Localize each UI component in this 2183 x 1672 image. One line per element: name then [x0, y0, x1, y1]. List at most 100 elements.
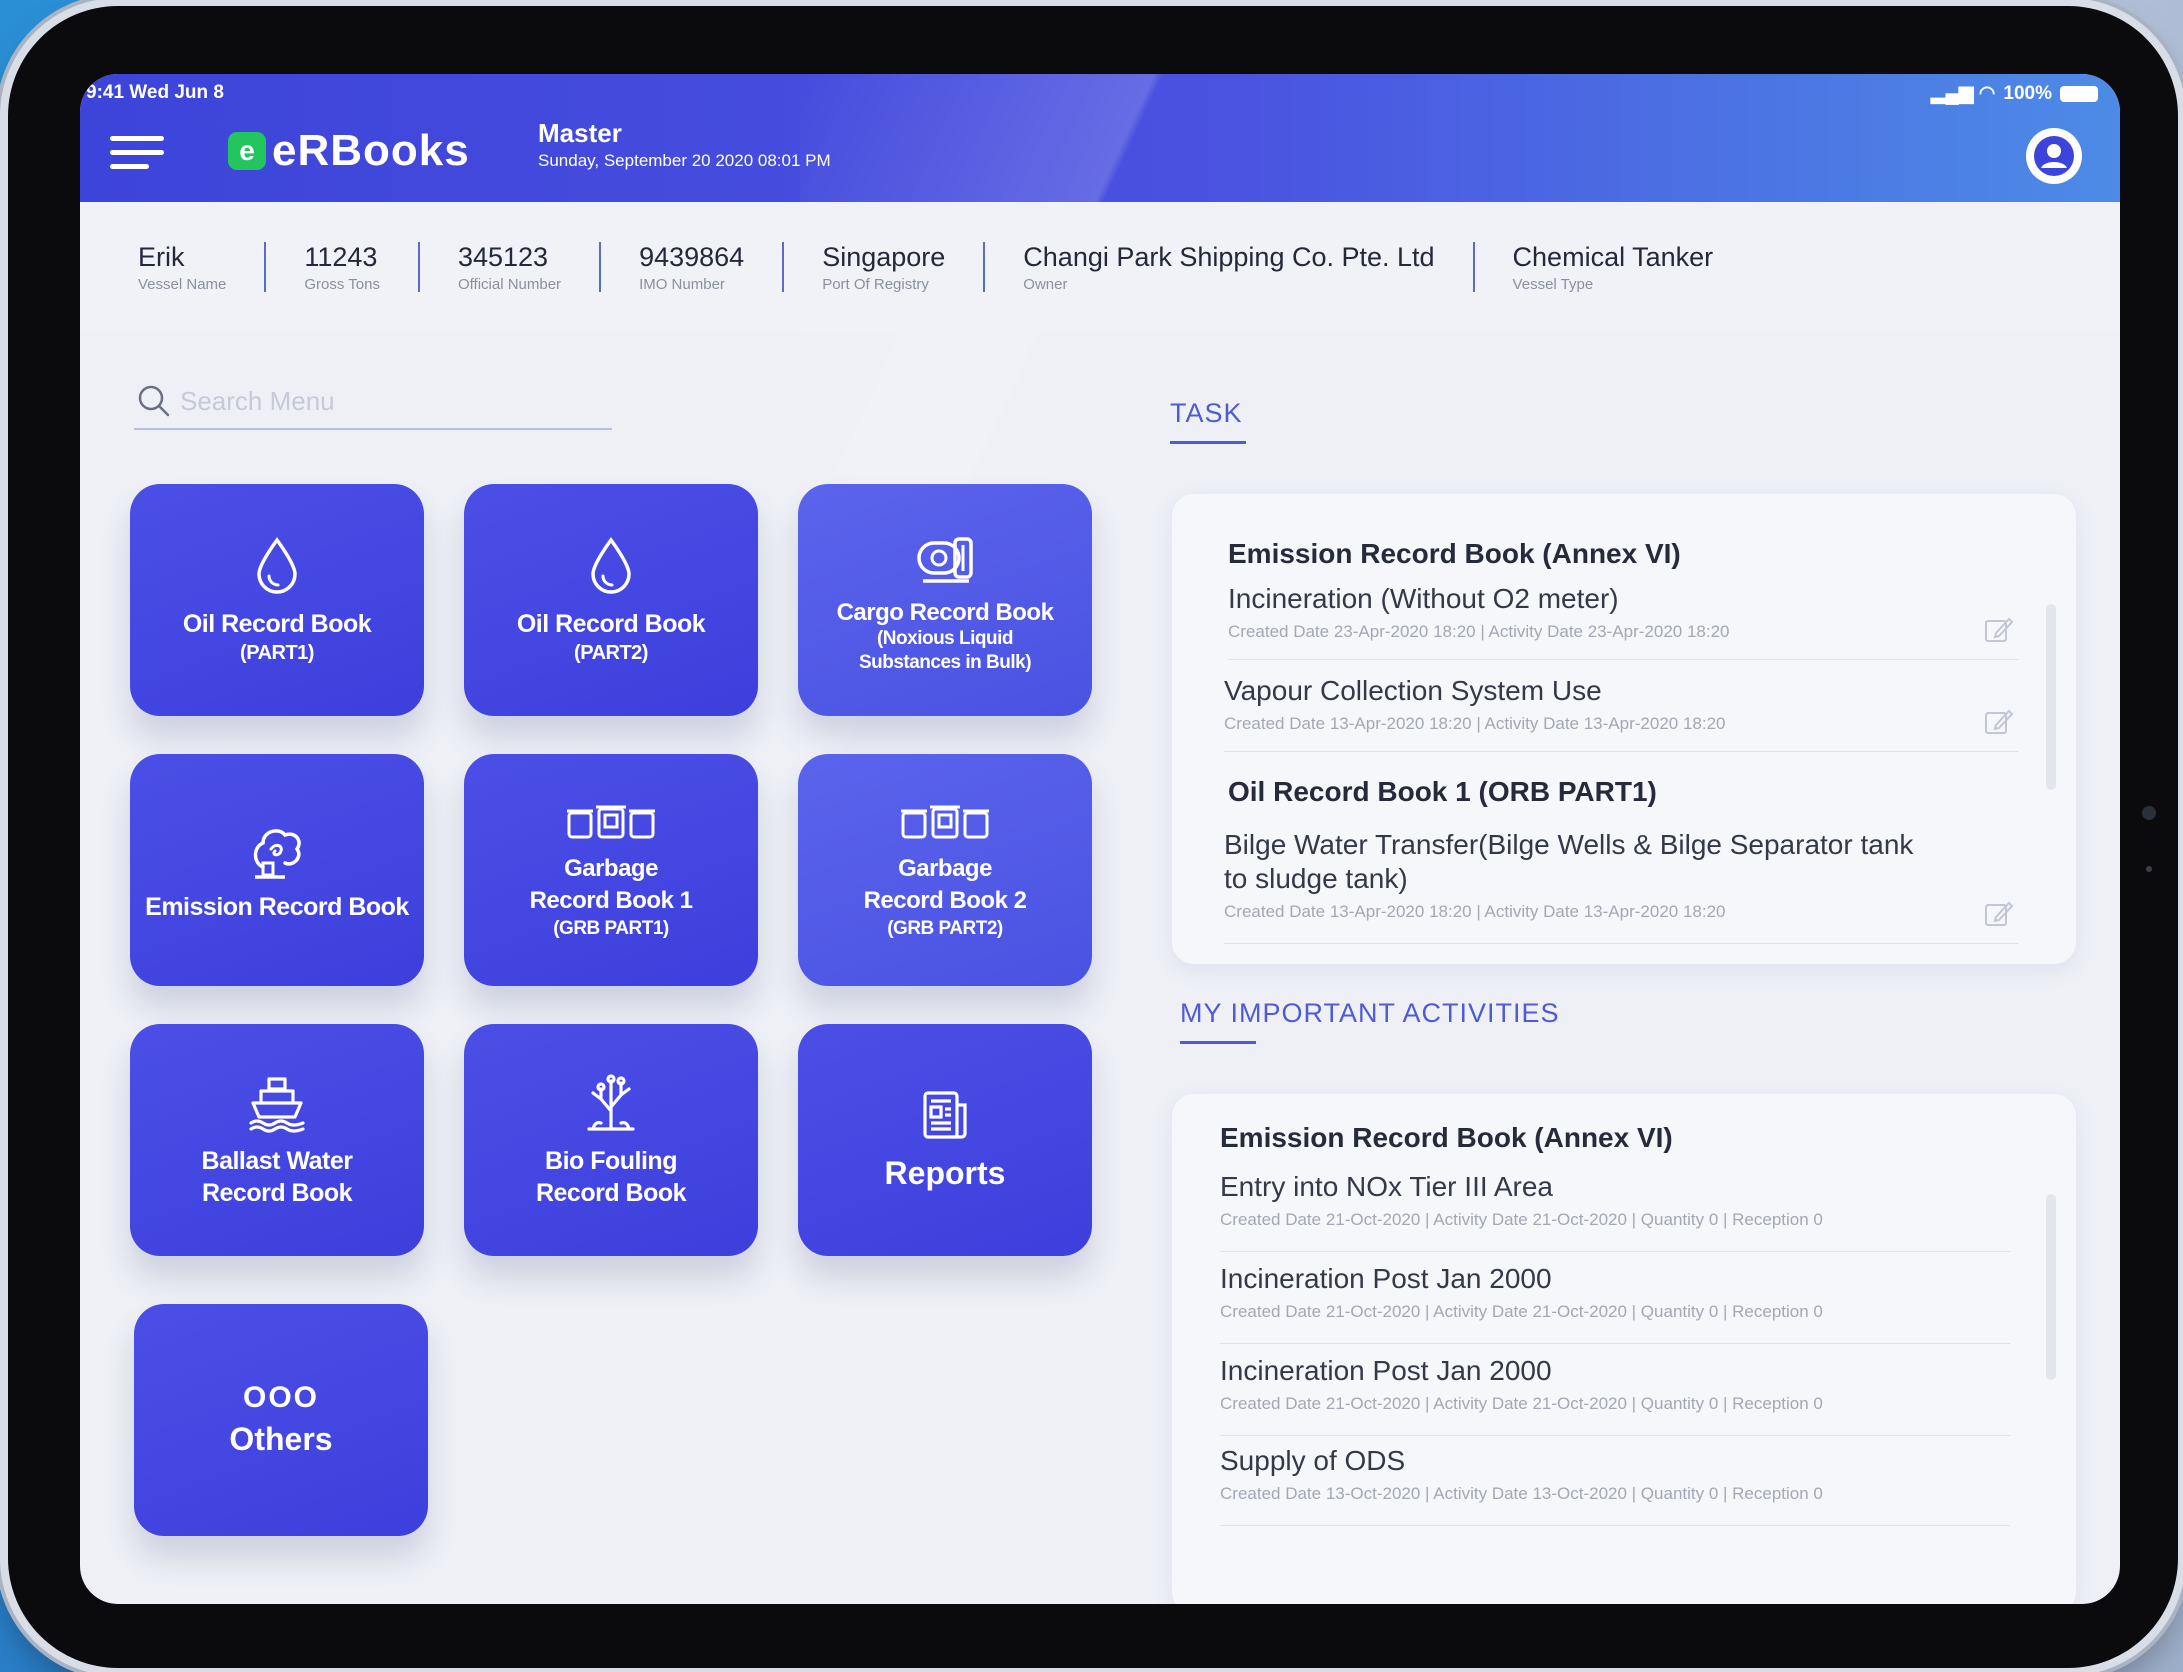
task-entry-title-2: to sludge tank)	[1224, 863, 1408, 894]
status-indicators: ▂▄▆ ◠ 100%	[1931, 82, 2098, 105]
activity-entry-meta: Created Date 21-Oct-2020 | Activity Date…	[1220, 1302, 1823, 1321]
owner: Changi Park Shipping Co. Pte. Ltd Owner	[1023, 241, 1475, 293]
profile-avatar-icon[interactable]	[2026, 128, 2082, 184]
activity-entry-meta: Created Date 21-Oct-2020 | Activity Date…	[1220, 1394, 1823, 1413]
activity-entry[interactable]: Incineration Post Jan 2000 Created Date …	[1220, 1262, 2010, 1344]
tile-sublabel: (PART2)	[574, 642, 648, 664]
tile-sublabel: (GRB PART1)	[553, 918, 669, 939]
coral-icon	[587, 1074, 635, 1131]
garbage-bins-icon	[567, 805, 655, 839]
task-scrollbar[interactable]	[2046, 604, 2056, 790]
side-sensor-small	[2146, 866, 2152, 872]
app-name: eRBooks	[272, 126, 470, 175]
gross-tons-value: 11243	[304, 241, 378, 272]
tile-label: Garbage	[564, 855, 658, 882]
task-entry-meta: Created Date 13-Apr-2020 18:20 | Activit…	[1224, 714, 1726, 733]
activity-entry-meta: Created Date 13-Oct-2020 | Activity Date…	[1220, 1484, 1823, 1503]
task-entry-meta: Created Date 13-Apr-2020 18:20 | Activit…	[1224, 902, 1726, 921]
side-sensor	[2142, 806, 2156, 820]
more-dots-icon: OOO	[242, 1381, 319, 1414]
tile-label-2: Record Book	[201, 1179, 353, 1207]
search-bar	[134, 374, 612, 430]
app-header: 9:41 Wed Jun 8 ▂▄▆ ◠ 100% e eRBooks Mast…	[80, 74, 2120, 202]
tanker-icon	[917, 537, 973, 583]
tile-reports[interactable]: Reports	[798, 1024, 1092, 1256]
battery-percent: 100%	[2003, 82, 2052, 104]
tile-label: Oil Record Book	[182, 610, 372, 638]
vessel-name-value: Erik	[138, 241, 185, 272]
vessel-type-label: Vessel Type	[1512, 275, 1594, 293]
activities-group-title: Emission Record Book (Annex VI)	[1220, 1122, 1673, 1153]
tile-others[interactable]: OOO Others	[134, 1304, 428, 1536]
tile-label: Reports	[884, 1155, 1006, 1191]
imo-number-value: 9439864	[639, 241, 745, 272]
task-entry-title: Vapour Collection System Use	[1224, 675, 1602, 706]
hamburger-menu-icon[interactable]	[110, 136, 164, 172]
activity-entry[interactable]: Supply of ODS Created Date 13-Oct-2020 |…	[1220, 1444, 2010, 1526]
official-number: 345123 Official Number	[457, 241, 602, 293]
task-entry[interactable]: Bilge Water Transfer(Bilge Wells & Bilge…	[1224, 828, 2018, 944]
tile-sublabel: (Noxious Liquid	[876, 628, 1014, 649]
tile-ballast-water-record-book[interactable]: Ballast Water Record Book	[130, 1024, 424, 1256]
port-of-registry-label: Port Of Registry	[822, 275, 929, 293]
drop-icon	[591, 537, 631, 594]
edit-icon[interactable]	[1982, 613, 2014, 645]
vessel-name: Erik Vessel Name	[138, 241, 267, 293]
tile-oil-record-book-part2[interactable]: Oil Record Book (PART2)	[464, 484, 758, 716]
tile-garbage-record-book-1[interactable]: Garbage Record Book 1 (GRB PART1)	[464, 754, 758, 986]
vessel-type-value: Chemical Tanker	[1512, 241, 1714, 272]
tile-label: Others	[229, 1421, 333, 1457]
tile-label-2: Record Book 2	[863, 887, 1027, 914]
official-number-label: Official Number	[457, 275, 562, 293]
task-section-title: TASK	[1170, 398, 1246, 444]
port-of-registry-value: Singapore	[822, 241, 946, 272]
edit-icon[interactable]	[1982, 897, 2014, 929]
activity-entry[interactable]: Incineration Post Jan 2000 Created Date …	[1220, 1354, 2010, 1436]
user-role-block: Master Sunday, September 20 2020 08:01 P…	[538, 118, 831, 171]
tile-emission-record-book[interactable]: Emission Record Book	[130, 754, 424, 986]
tile-bio-fouling-record-book[interactable]: Bio Fouling Record Book	[464, 1024, 758, 1256]
port-of-registry: Singapore Port Of Registry	[822, 241, 986, 293]
task-entry[interactable]: Incineration (Without O2 meter) Created …	[1228, 582, 2018, 660]
emission-icon	[253, 829, 301, 879]
activity-entry[interactable]: Entry into NOx Tier III Area Created Dat…	[1220, 1170, 2010, 1252]
tile-label: Ballast Water	[201, 1147, 353, 1175]
search-icon	[138, 385, 170, 417]
status-time: 9:41 Wed Jun 8	[86, 82, 224, 103]
signal-wifi-icon: ▂▄▆ ◠	[1930, 83, 1996, 104]
current-datetime: Sunday, September 20 2020 08:01 PM	[538, 151, 831, 170]
task-card: Emission Record Book (Annex VI) Incinera…	[1172, 494, 2076, 964]
task-group-title: Oil Record Book 1 (ORB PART1)	[1228, 776, 1657, 807]
task-entry-title: Incineration (Without O2 meter)	[1228, 583, 1619, 614]
tile-label: Oil Record Book	[516, 610, 706, 638]
tile-cargo-record-book[interactable]: Cargo Record Book (Noxious Liquid Substa…	[798, 484, 1092, 716]
owner-value: Changi Park Shipping Co. Pte. Ltd	[1023, 241, 1435, 272]
vessel-type: Chemical Tanker Vessel Type	[1512, 241, 1752, 293]
gross-tons-label: Gross Tons	[304, 275, 380, 293]
vessel-info-bar: Erik Vessel Name 11243 Gross Tons 345123…	[80, 202, 2120, 332]
ship-icon	[249, 1077, 305, 1133]
tile-garbage-record-book-2[interactable]: Garbage Record Book 2 (GRB PART2)	[798, 754, 1092, 986]
tile-label-2: Record Book 1	[529, 887, 693, 914]
official-number-value: 345123	[457, 241, 549, 272]
activities-section-title: MY IMPORTANT ACTIVITIES	[1180, 998, 1560, 1044]
gross-tons: 11243 Gross Tons	[304, 241, 420, 293]
tile-sublabel-2: Substances in Bulk)	[858, 652, 1032, 673]
user-role: Master	[538, 118, 622, 148]
imo-number-label: IMO Number	[639, 275, 725, 293]
tile-oil-record-book-part1[interactable]: Oil Record Book (PART1)	[130, 484, 424, 716]
tile-label: Cargo Record Book	[836, 599, 1054, 626]
app-screen: 9:41 Wed Jun 8 ▂▄▆ ◠ 100% e eRBooks Mast…	[80, 74, 2120, 1604]
activities-scrollbar[interactable]	[2046, 1194, 2056, 1380]
logo-mark-icon: e	[228, 132, 266, 170]
task-group-title: Emission Record Book (Annex VI)	[1228, 538, 1681, 569]
edit-icon[interactable]	[1982, 705, 2014, 737]
app-logo: e eRBooks	[228, 126, 470, 176]
activity-entry-meta: Created Date 21-Oct-2020 | Activity Date…	[1220, 1210, 1823, 1229]
task-entry[interactable]: Vapour Collection System Use Created Dat…	[1224, 674, 2018, 752]
tile-sublabel: (PART1)	[240, 642, 314, 664]
tile-label: Emission Record Book	[145, 893, 409, 921]
task-entry-title: Bilge Water Transfer(Bilge Wells & Bilge…	[1224, 829, 1914, 860]
owner-label: Owner	[1023, 275, 1068, 293]
search-input[interactable]	[180, 385, 580, 417]
